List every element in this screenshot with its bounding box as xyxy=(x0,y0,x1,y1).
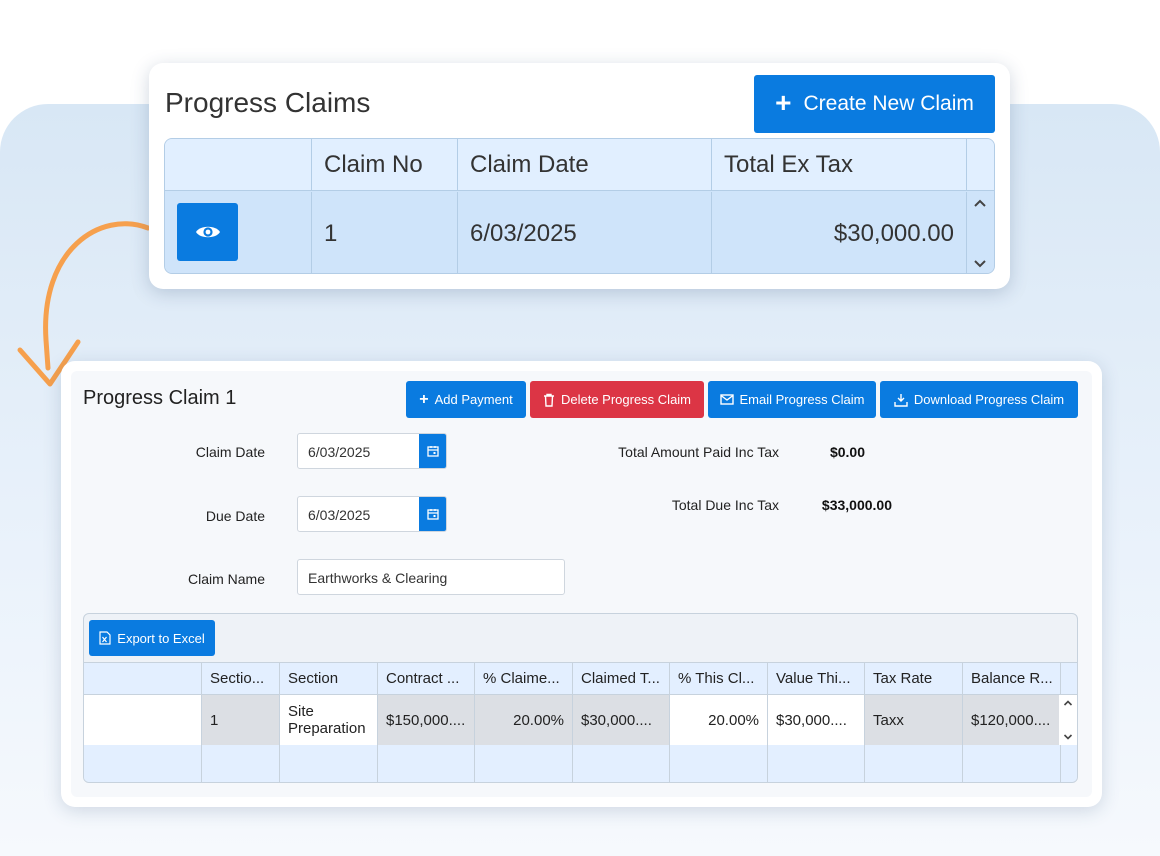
header-claim-no[interactable]: Claim No xyxy=(312,139,458,190)
row-actions xyxy=(165,192,312,273)
empty-cell xyxy=(670,745,768,782)
plus-icon: + xyxy=(419,390,429,408)
cell-claimed-total: $30,000.... xyxy=(573,695,670,745)
plus-icon: + xyxy=(775,86,792,118)
empty-cell xyxy=(202,745,280,782)
claim-date-calendar-button[interactable] xyxy=(419,434,446,468)
sections-grid-header: Sectio... Section Contract ... % Claime.… xyxy=(84,662,1077,695)
cell-claim-date: 6/03/2025 xyxy=(458,192,712,273)
total-due-value: $33,000.00 xyxy=(821,497,892,513)
add-payment-label: Add Payment xyxy=(434,392,513,407)
due-date-calendar-button[interactable] xyxy=(419,497,446,531)
header-section-no[interactable]: Sectio... xyxy=(202,663,280,694)
sections-grid-scrollbar[interactable] xyxy=(1059,695,1077,745)
add-payment-button[interactable]: + Add Payment xyxy=(406,381,526,418)
empty-cell xyxy=(280,745,378,782)
cell-percent-claimed: 20.00% xyxy=(475,695,573,745)
progress-claim-detail-card: Progress Claim 1 + Add Payment Delete Pr… xyxy=(61,361,1102,807)
claim-name-value: Earthworks & Clearing xyxy=(308,570,448,586)
claim-name-label: Claim Name xyxy=(187,571,265,587)
table-row[interactable]: 1 6/03/2025 $30,000.00 xyxy=(165,192,994,273)
header-balance-remaining[interactable]: Balance R... xyxy=(963,663,1061,694)
table-row[interactable]: 1 Site Preparation $150,000.... 20.00% $… xyxy=(84,695,1077,745)
trash-icon xyxy=(543,393,554,407)
empty-cell xyxy=(84,745,202,782)
cell-section-no: 1 xyxy=(202,695,280,745)
cell-percent-this-claim[interactable]: 20.00% xyxy=(670,695,768,745)
header-percent-claimed[interactable]: % Claime... xyxy=(475,663,573,694)
empty-cell xyxy=(963,745,1061,782)
create-new-claim-button[interactable]: + Create New Claim xyxy=(754,75,995,133)
chevron-down-icon[interactable] xyxy=(973,259,987,269)
due-date-value: 6/03/2025 xyxy=(308,507,371,523)
progress-claim-detail-panel: Progress Claim 1 + Add Payment Delete Pr… xyxy=(71,371,1092,797)
download-icon xyxy=(894,393,908,407)
calendar-icon xyxy=(426,446,439,457)
total-paid-label: Total Amount Paid Inc Tax xyxy=(618,444,779,460)
header-tax-rate[interactable]: Tax Rate xyxy=(865,663,963,694)
claim-sections-grid: Export to Excel Sectio... Section Contra… xyxy=(83,613,1078,783)
claims-grid: Claim No Claim Date Total Ex Tax 1 6/03/… xyxy=(164,138,995,274)
header-contract[interactable]: Contract ... xyxy=(378,663,475,694)
total-due-label: Total Due Inc Tax xyxy=(671,497,779,513)
header-claim-date[interactable]: Claim Date xyxy=(458,139,712,190)
empty-cell xyxy=(768,745,865,782)
calendar-icon xyxy=(426,509,439,520)
claims-grid-scrollbar[interactable] xyxy=(966,192,994,273)
header-section[interactable]: Section xyxy=(280,663,378,694)
download-progress-claim-label: Download Progress Claim xyxy=(913,392,1065,407)
empty-cell xyxy=(378,745,475,782)
email-progress-claim-label: Email Progress Claim xyxy=(739,392,865,407)
due-date-field[interactable]: 6/03/2025 xyxy=(297,496,447,532)
delete-progress-claim-button[interactable]: Delete Progress Claim xyxy=(530,381,704,418)
row-select-cell[interactable] xyxy=(84,695,202,745)
delete-progress-claim-label: Delete Progress Claim xyxy=(560,392,692,407)
progress-claims-card: Progress Claims + Create New Claim Claim… xyxy=(149,63,1010,289)
progress-claim-title: Progress Claim 1 xyxy=(83,387,237,409)
cell-tax-rate: Taxx xyxy=(865,695,963,745)
cell-value-this-claim[interactable]: $30,000.... xyxy=(768,695,865,745)
excel-file-icon xyxy=(99,631,111,645)
header-value-this-claim[interactable]: Value Thi... xyxy=(768,663,865,694)
progress-claims-title: Progress Claims xyxy=(165,87,371,118)
cell-total-ex-tax: $30,000.00 xyxy=(712,192,967,273)
view-claim-button[interactable] xyxy=(177,203,238,261)
claim-date-field[interactable]: 6/03/2025 xyxy=(297,433,447,469)
empty-cell xyxy=(865,745,963,782)
claim-date-label: Claim Date xyxy=(195,444,265,460)
cell-balance-remaining: $120,000.... xyxy=(963,695,1061,745)
cell-section: Site Preparation xyxy=(280,695,378,745)
export-to-excel-button[interactable]: Export to Excel xyxy=(89,620,215,656)
due-date-label: Due Date xyxy=(205,508,265,524)
empty-cell xyxy=(475,745,573,782)
envelope-icon xyxy=(719,394,734,405)
chevron-down-icon[interactable] xyxy=(1063,733,1073,741)
chevron-up-icon[interactable] xyxy=(1063,699,1073,707)
chevron-up-icon[interactable] xyxy=(973,198,987,208)
create-new-claim-label: Create New Claim xyxy=(803,92,974,115)
cell-contract: $150,000.... xyxy=(378,695,475,745)
eye-icon xyxy=(195,226,220,238)
empty-cell xyxy=(573,745,670,782)
claim-date-value: 6/03/2025 xyxy=(308,444,371,460)
header-total-ex-tax[interactable]: Total Ex Tax xyxy=(712,139,967,190)
claims-grid-header: Claim No Claim Date Total Ex Tax xyxy=(165,139,994,191)
empty-row xyxy=(84,745,1077,782)
email-progress-claim-button[interactable]: Email Progress Claim xyxy=(708,381,876,418)
cell-claim-no: 1 xyxy=(312,192,458,273)
header-actions xyxy=(165,139,312,190)
header-percent-this-claim[interactable]: % This Cl... xyxy=(670,663,768,694)
claim-name-input[interactable]: Earthworks & Clearing xyxy=(297,559,565,595)
header-select xyxy=(84,663,202,694)
header-claimed-total[interactable]: Claimed T... xyxy=(573,663,670,694)
download-progress-claim-button[interactable]: Download Progress Claim xyxy=(880,381,1078,418)
total-paid-value: $0.00 xyxy=(829,444,865,460)
export-to-excel-label: Export to Excel xyxy=(117,630,205,646)
